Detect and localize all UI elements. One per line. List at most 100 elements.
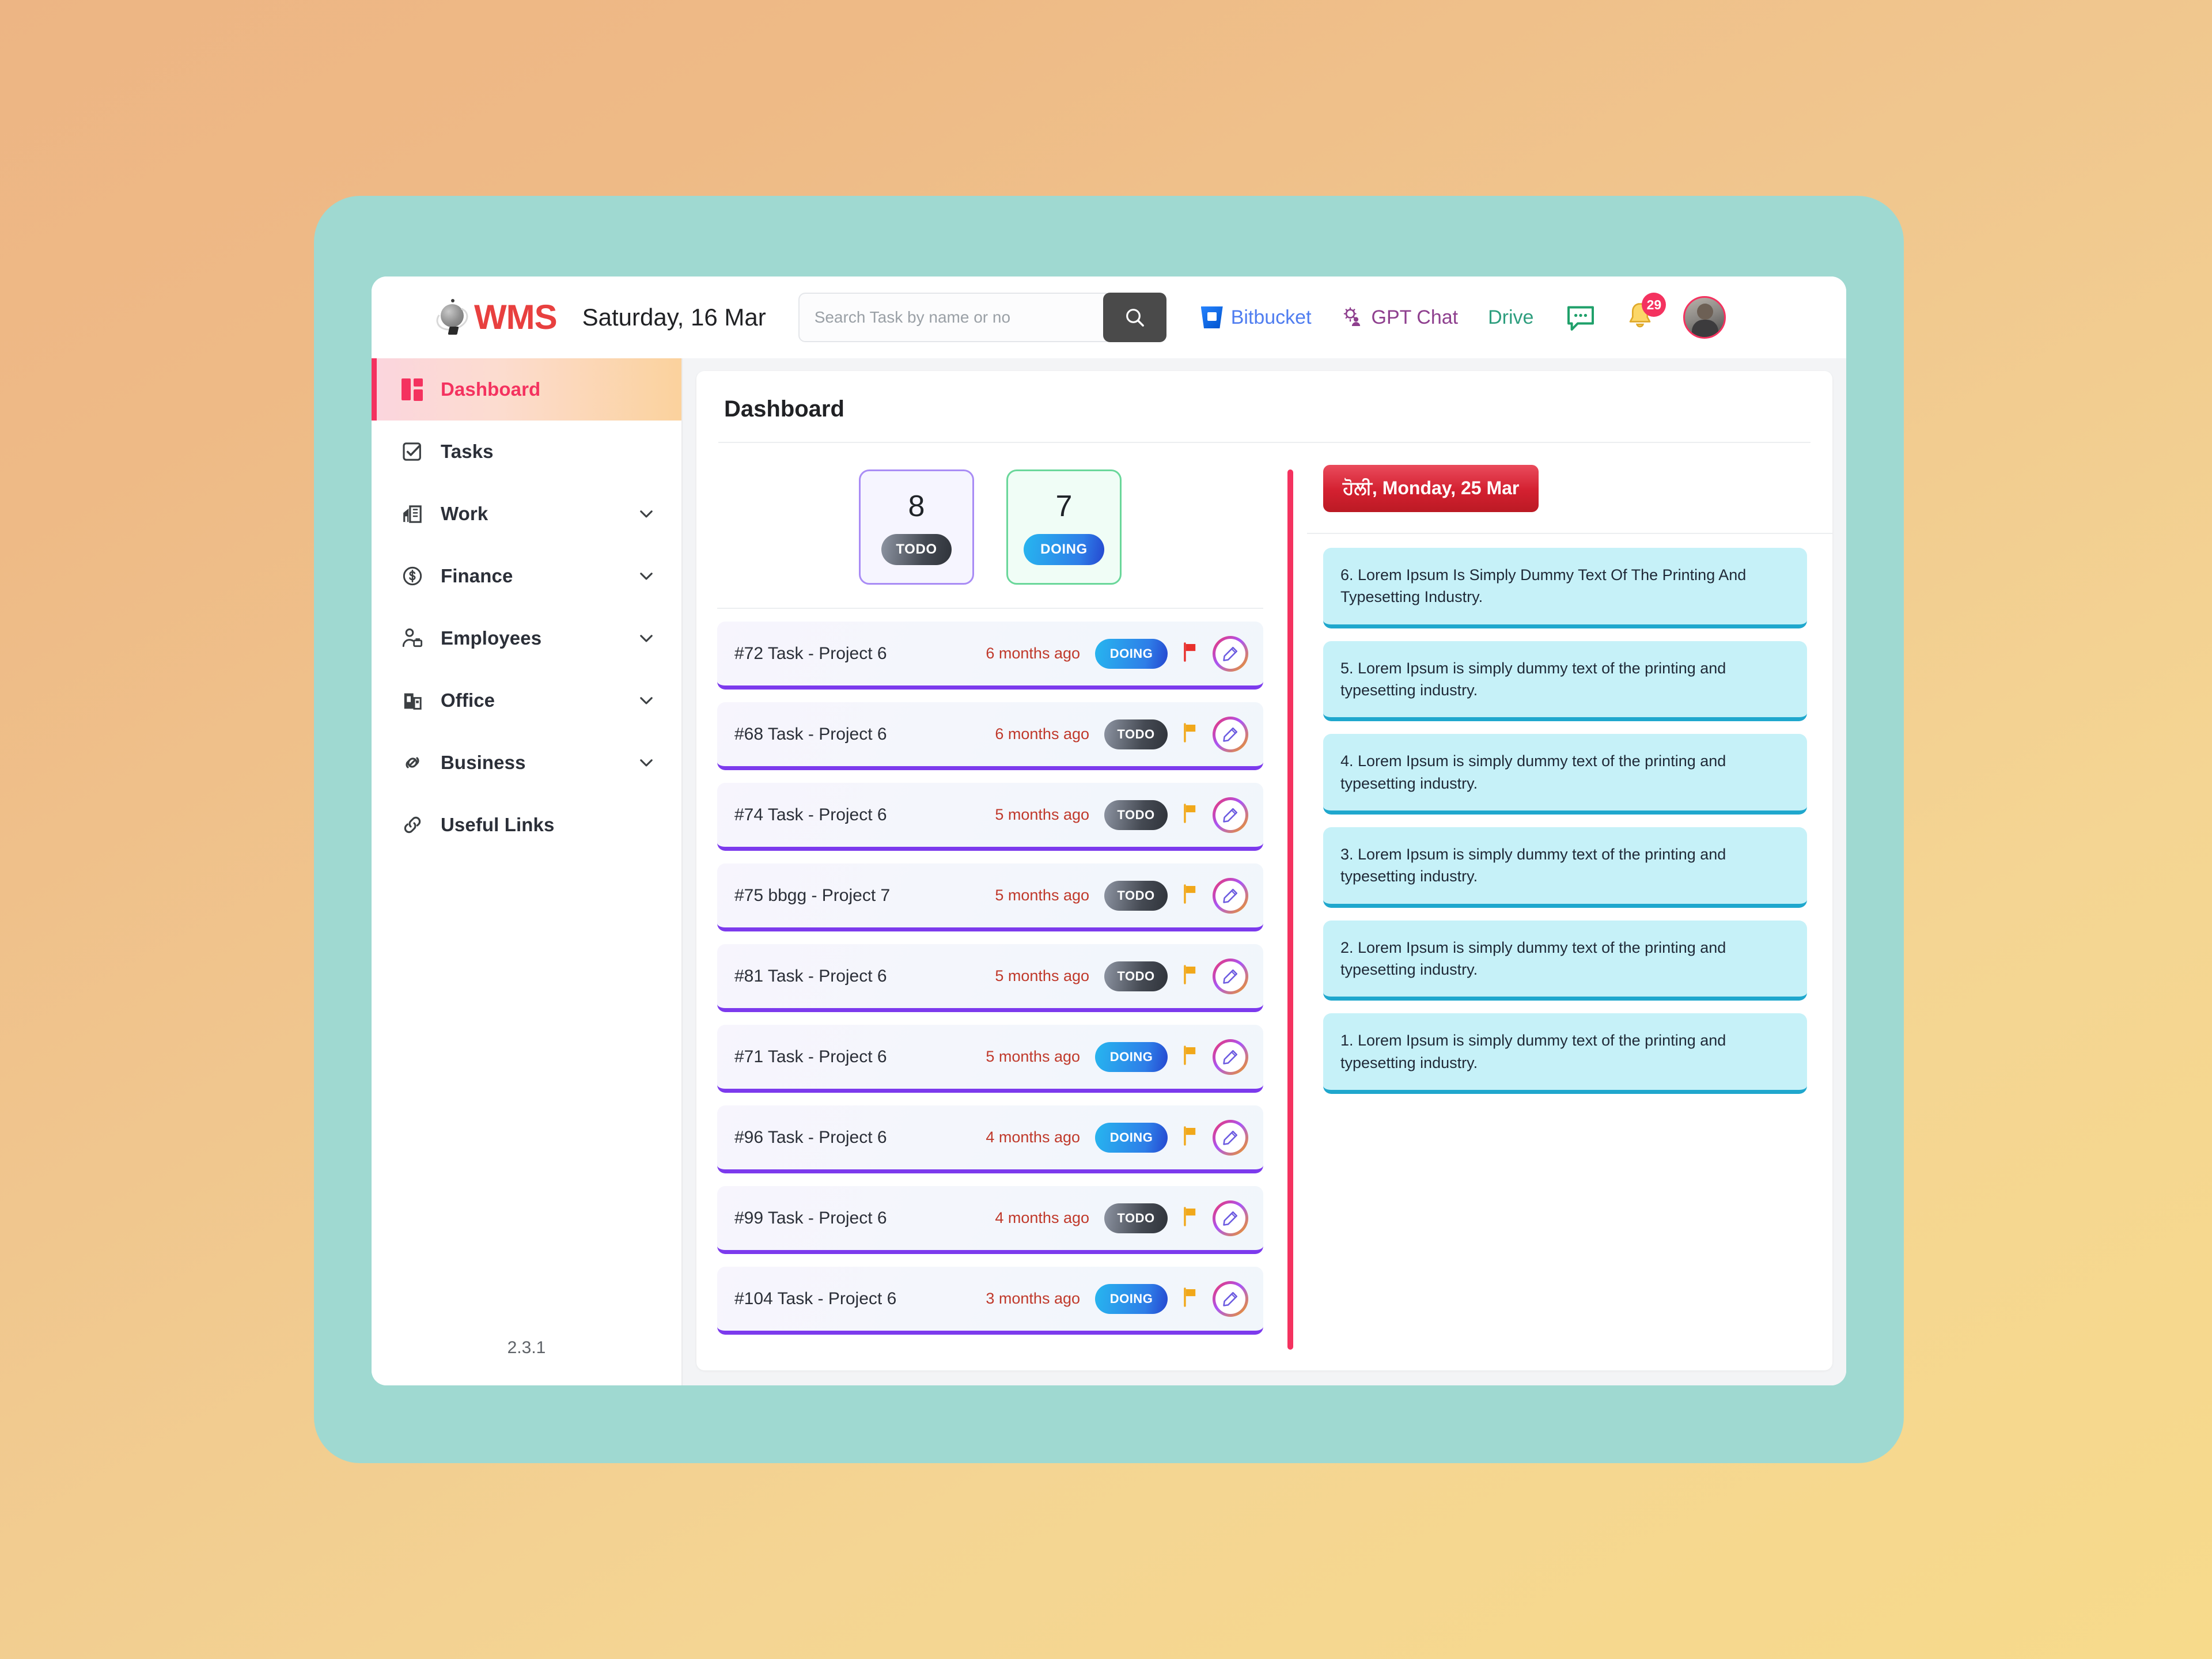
task-row[interactable]: #96 Task - Project 6 4 months ago DOING (717, 1105, 1263, 1173)
flag-icon[interactable] (1180, 964, 1200, 988)
chevron-down-icon[interactable] (637, 628, 656, 648)
sidebar-label-tasks: Tasks (441, 441, 494, 462)
sidebar-item-tasks[interactable]: Tasks (372, 421, 681, 483)
task-name: #72 Task - Project 6 (734, 643, 887, 663)
drive-link[interactable]: Drive (1488, 306, 1533, 329)
flag-icon[interactable] (1180, 1206, 1200, 1230)
flag-icon[interactable] (1180, 1125, 1200, 1150)
pencil-icon (1223, 727, 1238, 742)
sidebar-item-dashboard[interactable]: Dashboard (372, 358, 681, 421)
brand-logo[interactable]: WMS (433, 298, 558, 336)
task-age: 4 months ago (995, 1209, 1089, 1226)
bitbucket-icon (1200, 306, 1223, 328)
task-age: 6 months ago (986, 645, 1080, 662)
task-status-badge: DOING (1095, 1122, 1168, 1153)
task-age: 5 months ago (995, 887, 1089, 904)
flag-icon (1184, 965, 1196, 984)
task-age: 5 months ago (995, 967, 1089, 984)
edit-task-button[interactable] (1213, 877, 1248, 914)
task-list[interactable]: #72 Task - Project 6 6 months ago DOING #68… (696, 609, 1284, 1370)
task-row[interactable]: #71 Task - Project 6 5 months ago DOING (717, 1025, 1263, 1093)
gpt-chat-link[interactable]: GPT Chat (1342, 306, 1458, 329)
notification-badge: 29 (1642, 293, 1666, 317)
chevron-down-icon[interactable] (637, 691, 656, 710)
header-date: Saturday, 16 Mar (582, 304, 766, 331)
chevron-down-icon[interactable] (637, 504, 656, 524)
flag-icon[interactable] (1180, 1286, 1200, 1311)
chevron-down-icon[interactable] (637, 566, 656, 586)
sidebar-item-office[interactable]: Office (372, 669, 681, 732)
notifications-bell[interactable]: 29 (1624, 293, 1666, 334)
sidebar-item-work[interactable]: Work (372, 483, 681, 545)
sidebar-item-business[interactable]: Business (372, 732, 681, 794)
header-icon-group: 29 (1565, 293, 1726, 339)
office-icon (398, 689, 427, 712)
flag-icon (1184, 1287, 1196, 1307)
task-name: #74 Task - Project 6 (734, 805, 887, 824)
task-status-badge: DOING (1095, 638, 1168, 669)
sidebar-item-useful-links[interactable]: Useful Links (372, 794, 681, 856)
task-row[interactable]: #81 Task - Project 6 5 months ago TODO (717, 944, 1263, 1012)
stat-count-todo: 8 (908, 490, 925, 523)
search-button[interactable] (1103, 293, 1166, 342)
notice-card[interactable]: 1. Lorem Ipsum is simply dummy text of t… (1323, 1013, 1807, 1094)
task-status-badge: DOING (1095, 1283, 1168, 1314)
task-row[interactable]: #75 bbgg - Project 7 5 months ago TODO (717, 863, 1263, 931)
bitbucket-link[interactable]: Bitbucket (1200, 306, 1312, 329)
stat-card-todo[interactable]: 8 TODO (859, 469, 974, 585)
flag-icon (1184, 1126, 1196, 1146)
tasks-scrollbar[interactable] (1287, 469, 1293, 1350)
edit-task-button[interactable] (1213, 1281, 1248, 1317)
sidebar-nav: Dashboard Tasks Work Finance Employees O… (372, 358, 681, 1338)
search-input[interactable] (798, 293, 1107, 342)
dashboard-icon (398, 378, 427, 401)
flag-icon[interactable] (1180, 641, 1200, 666)
task-row[interactable]: #72 Task - Project 6 6 months ago DOING (717, 622, 1263, 690)
sidebar-label-business: Business (441, 752, 526, 773)
stat-count-doing: 7 (1055, 490, 1073, 523)
notice-card[interactable]: 3. Lorem Ipsum is simply dummy text of t… (1323, 827, 1807, 908)
sidebar-label-employees: Employees (441, 627, 542, 649)
sidebar-item-employees[interactable]: Employees (372, 607, 681, 669)
stat-card-doing[interactable]: 7 DOING (1006, 469, 1122, 585)
sidebar-item-finance[interactable]: Finance (372, 545, 681, 607)
edit-task-button[interactable] (1213, 1200, 1248, 1236)
finance-icon (398, 565, 427, 588)
notice-card[interactable]: 6. Lorem Ipsum Is Simply Dummy Text Of T… (1323, 548, 1807, 628)
task-status-badge: TODO (1104, 880, 1168, 911)
chat-bubble-icon[interactable] (1565, 301, 1597, 334)
task-row[interactable]: #74 Task - Project 6 5 months ago TODO (717, 783, 1263, 851)
flag-icon[interactable] (1180, 1044, 1200, 1069)
edit-task-button[interactable] (1213, 635, 1248, 672)
flag-icon (1184, 884, 1196, 904)
flag-icon[interactable] (1180, 722, 1200, 747)
edit-task-button[interactable] (1213, 1039, 1248, 1075)
flag-icon[interactable] (1180, 802, 1200, 827)
pencil-icon (1223, 808, 1238, 823)
chevron-down-icon[interactable] (637, 753, 656, 772)
holiday-chip[interactable]: ਹੋਲੀ, Monday, 25 Mar (1323, 465, 1539, 512)
sidebar-label-work: Work (441, 503, 488, 524)
notice-card[interactable]: 4. Lorem Ipsum is simply dummy text of t… (1323, 734, 1807, 815)
edit-task-button[interactable] (1213, 797, 1248, 833)
task-row[interactable]: #68 Task - Project 6 6 months ago TODO (717, 702, 1263, 770)
edit-task-button[interactable] (1213, 1119, 1248, 1156)
work-icon (398, 502, 427, 525)
flag-icon (1184, 723, 1196, 743)
task-row[interactable]: #99 Task - Project 6 4 months ago TODO (717, 1186, 1263, 1254)
notice-card[interactable]: 5. Lorem Ipsum is simply dummy text of t… (1323, 641, 1807, 722)
sidebar-label-office: Office (441, 690, 495, 711)
notice-card[interactable]: 2. Lorem Ipsum is simply dummy text of t… (1323, 920, 1807, 1001)
brand-name: WMS (474, 298, 558, 336)
user-avatar[interactable] (1683, 296, 1726, 339)
search-icon (1126, 309, 1144, 327)
gpt-chat-icon (1343, 307, 1360, 327)
flag-icon[interactable] (1180, 883, 1200, 908)
edit-task-button[interactable] (1213, 958, 1248, 994)
task-row[interactable]: #104 Task - Project 6 3 months ago DOING (717, 1267, 1263, 1335)
notice-list[interactable]: 6. Lorem Ipsum Is Simply Dummy Text Of T… (1307, 534, 1832, 1370)
task-age: 5 months ago (995, 806, 1089, 823)
edit-task-button[interactable] (1213, 716, 1248, 752)
task-name: #99 Task - Project 6 (734, 1208, 887, 1228)
stat-label-doing: DOING (1024, 534, 1104, 565)
